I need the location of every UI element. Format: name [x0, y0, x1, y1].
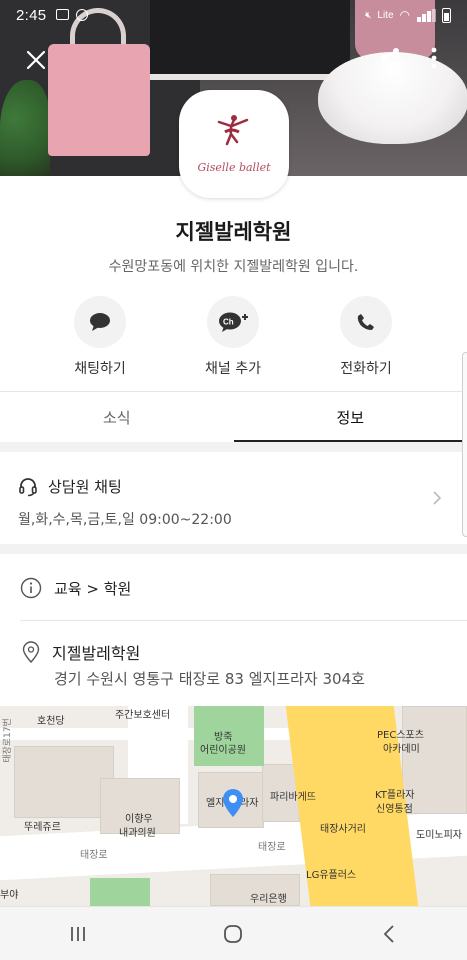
place-address: 경기 수원시 영통구 태장로 83 엘지프라자 304호	[54, 670, 365, 688]
location-pin-icon	[22, 641, 40, 663]
back-button[interactable]	[359, 914, 419, 954]
cover-pink-bag	[48, 44, 150, 156]
map-road-label: 태장로	[258, 842, 286, 853]
chat-button-label: 채팅하기	[74, 361, 126, 377]
location-map[interactable]: 호천당 주간보호센터 방죽 어린이공원 PEC스포츠 아카데미 파리바게뜨 엘지…	[0, 706, 467, 906]
map-label: 신영통점	[376, 804, 413, 815]
add-channel-button[interactable]: Ch 채널 추가	[173, 296, 293, 378]
ballerina-logo-icon	[217, 115, 249, 146]
call-button-label: 전화하기	[340, 361, 392, 377]
consult-chat-header: 상담원 채팅	[18, 476, 122, 497]
category-text: 교육 > 학원	[54, 579, 132, 598]
cover-plant	[0, 80, 50, 176]
map-label: 파리바게뜨	[270, 792, 316, 803]
channel-add-icon: Ch	[219, 312, 248, 332]
category-row: 교육 > 학원	[0, 556, 467, 620]
map-label: PEC스포츠	[377, 730, 424, 741]
consult-hours: 월,화,수,목,금,토,일 09:00~22:00	[18, 512, 232, 528]
call-button-circle[interactable]	[340, 296, 392, 348]
channel-actions: 채팅하기 Ch 채널 추가 전화하기	[0, 296, 467, 378]
channel-name: 지젤발레학원	[175, 220, 292, 244]
status-notification-icons	[56, 9, 89, 21]
music-notification-icon	[76, 9, 89, 21]
address-header: 지젤발레학원	[22, 640, 140, 664]
map-label: 이향우	[125, 814, 153, 825]
map-label: KT플라자	[375, 790, 415, 801]
section-divider	[0, 442, 467, 452]
gallery-notification-icon	[56, 9, 70, 20]
recent-apps-icon	[70, 926, 85, 941]
more-options-button[interactable]	[424, 44, 444, 72]
chevron-right-icon	[433, 491, 442, 505]
close-button[interactable]	[20, 44, 52, 76]
share-button[interactable]	[376, 44, 404, 72]
status-bar: 2:45 🔇︎ Lite ◠	[0, 0, 467, 30]
map-road-label: 태장로	[80, 850, 108, 861]
scrollbar[interactable]	[462, 352, 467, 537]
close-icon	[26, 50, 46, 70]
status-system-icons: 🔇︎ Lite ◠	[365, 7, 451, 23]
status-time: 2:45	[16, 6, 47, 24]
map-label: 도미노피자	[416, 830, 462, 841]
map-label: 아카데미	[383, 744, 420, 755]
map-label: 어린이공원	[200, 745, 246, 756]
channel-logo: Giselle ballet	[179, 90, 289, 198]
map-block-1	[14, 746, 114, 818]
map-label: 부야	[0, 890, 19, 901]
chat-button[interactable]: 채팅하기	[40, 296, 160, 378]
phone-icon	[357, 314, 374, 330]
map-park-field	[90, 878, 150, 906]
consult-chat-row[interactable]: 상담원 채팅 월,화,수,목,금,토,일 09:00~22:00	[0, 454, 467, 542]
home-icon	[224, 924, 243, 943]
signal-icon	[416, 8, 436, 22]
headset-icon	[19, 477, 37, 496]
map-label: LG유플러스	[306, 870, 357, 881]
share-icon	[381, 48, 399, 68]
channel-description: 수원망포동에 위치한 지젤발레학원 입니다.	[108, 259, 359, 275]
system-nav-bar	[0, 906, 467, 960]
address-row[interactable]: 지젤발레학원 경기 수원시 영통구 태장로 83 엘지프라자 304호	[0, 620, 467, 704]
logo-text: Giselle ballet	[197, 160, 271, 174]
svg-text:Ch: Ch	[223, 318, 234, 327]
map-label: 호천당	[37, 716, 65, 727]
wifi-icon: ◠	[399, 8, 410, 22]
mute-icon: 🔇︎	[365, 9, 372, 21]
tab-news[interactable]: 소식	[0, 392, 234, 442]
tab-info[interactable]: 정보	[233, 392, 467, 442]
more-vertical-icon	[431, 47, 437, 69]
map-label: 뚜레쥬르	[24, 822, 61, 833]
map-location-pin-icon	[223, 789, 243, 817]
info-icon	[20, 577, 42, 599]
channel-tabs: 소식 정보	[0, 392, 467, 442]
chat-button-circle[interactable]	[74, 296, 126, 348]
back-icon	[383, 924, 394, 943]
map-label: 태장사거리	[320, 824, 366, 835]
category-content: 교육 > 학원	[20, 577, 131, 599]
recent-apps-button[interactable]	[48, 914, 108, 954]
map-road-label: 태장로17번	[2, 718, 13, 763]
map-label: 내과의원	[119, 828, 156, 839]
add-channel-label: 채널 추가	[205, 361, 261, 377]
map-label: 우리은행	[250, 894, 287, 905]
chat-bubble-icon	[90, 313, 110, 331]
battery-icon	[442, 7, 451, 23]
place-name: 지젤발레학원	[52, 644, 141, 663]
home-button[interactable]	[203, 914, 263, 954]
map-label: 주간보호센터	[115, 710, 171, 721]
network-type: Lite	[377, 9, 394, 21]
call-button[interactable]: 전화하기	[306, 296, 426, 378]
add-channel-button-circle[interactable]: Ch	[207, 296, 259, 348]
consult-chat-label: 상담원 채팅	[48, 478, 122, 496]
section-divider-2	[0, 544, 467, 554]
